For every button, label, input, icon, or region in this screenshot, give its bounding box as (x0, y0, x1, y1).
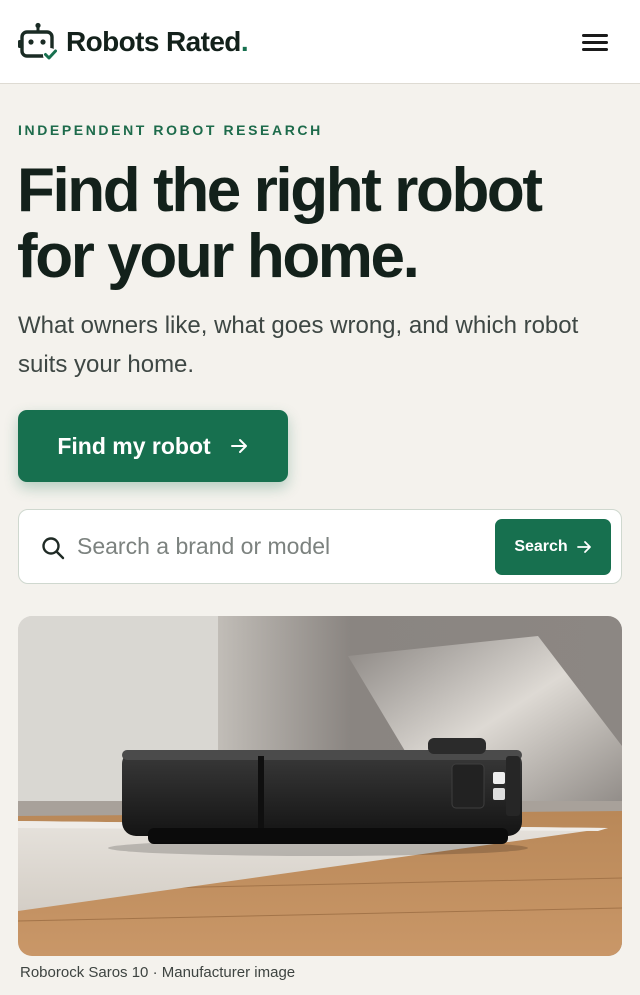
hamburger-menu-icon[interactable] (578, 28, 612, 56)
page-title: Find the right robot for your home. (17, 156, 543, 291)
search-button[interactable]: Search (495, 519, 611, 575)
search-bar: Search (18, 509, 622, 584)
cta-label: Find my robot (57, 432, 211, 459)
eyebrow-label: INDEPENDENT ROBOT RESEARCH (18, 122, 323, 138)
search-input[interactable] (77, 526, 477, 566)
robot-vacuum-image (18, 616, 622, 956)
robot-check-icon (18, 22, 57, 62)
arrow-right-icon (576, 541, 591, 553)
hero-subtext: What owners like, what goes wrong, and w… (18, 312, 579, 378)
product-image (18, 616, 622, 956)
site-header: Robots Rated. (0, 0, 640, 84)
brand-name: Robots Rated (66, 26, 241, 57)
arrow-right-icon (230, 439, 247, 453)
image-caption: Roborock Saros 10 · Manufacturer image (20, 964, 296, 981)
find-my-robot-button[interactable]: Find my robot (18, 410, 288, 482)
brand-dot: . (240, 26, 249, 57)
search-button-label: Search (514, 538, 568, 555)
site-logo[interactable]: Robots Rated. (18, 22, 249, 62)
search-icon (42, 537, 65, 560)
